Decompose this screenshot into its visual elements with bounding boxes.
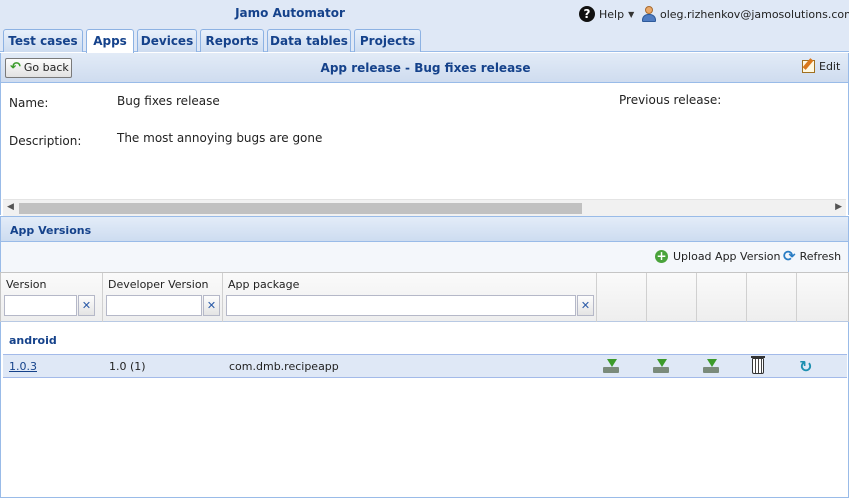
refresh-label: Refresh [799, 250, 842, 263]
developer-version-cell: 1.0 (1) [109, 360, 146, 373]
edit-button[interactable]: Edit [802, 60, 840, 73]
user-icon [642, 6, 656, 22]
chevron-down-icon: ▼ [628, 9, 635, 19]
clear-filter-icon[interactable]: ✕ [78, 295, 95, 316]
panel-title: App release - Bug fixes release [320, 61, 531, 75]
help-icon: ? [579, 6, 595, 22]
scrollbar-thumb[interactable] [19, 203, 582, 214]
delete-icon[interactable] [751, 356, 765, 374]
help-label: Help [599, 7, 625, 21]
app-versions-header: App Versions [0, 216, 849, 242]
panel-header: ↶ Go back App release - Bug fixes releas… [0, 53, 849, 83]
download-icon[interactable] [653, 359, 669, 373]
tab-apps[interactable]: Apps [86, 29, 134, 53]
user-email: oleg.rizhenkov@jamosolutions.com [660, 7, 849, 21]
column-action [747, 273, 797, 322]
refresh-button[interactable]: ⟳ Refresh [783, 247, 842, 265]
section-title: App Versions [10, 224, 92, 237]
column-action [697, 273, 747, 322]
frame-left-border [0, 322, 1, 498]
column-action [797, 273, 849, 322]
tab-projects[interactable]: Projects [354, 29, 421, 52]
name-value: Bug fixes release [117, 94, 220, 108]
user-menu[interactable]: oleg.rizhenkov@jamosolutions.com ▼ [642, 5, 849, 23]
tab-devices[interactable]: Devices [137, 29, 197, 52]
description-value: The most annoying bugs are gone [117, 131, 323, 145]
add-icon: + [655, 249, 668, 263]
versions-grid-header: Version ✕ Developer Version ✕ App packag… [0, 272, 849, 322]
group-header[interactable]: android [9, 334, 57, 347]
top-bar: Jamo Automator ? Help ▼ oleg.rizhenkov@j… [0, 0, 849, 27]
column-app-package[interactable]: App package ✕ [223, 273, 597, 322]
download-icon[interactable] [703, 359, 719, 373]
horizontal-scrollbar[interactable]: ◀ ▶ [3, 199, 846, 216]
name-label: Name: [9, 96, 49, 110]
previous-release-label: Previous release: [619, 93, 722, 107]
help-menu[interactable]: ? Help ▼ [579, 5, 634, 23]
upload-label: Upload App Version [673, 250, 781, 263]
developer-version-filter-input[interactable] [106, 295, 202, 316]
column-developer-version[interactable]: Developer Version ✕ [103, 273, 223, 322]
app-package-filter-input[interactable] [226, 295, 576, 316]
reinstall-icon[interactable]: ↻ [799, 357, 812, 376]
column-version[interactable]: Version ✕ [1, 273, 103, 322]
refresh-icon: ⟳ [783, 247, 796, 265]
tab-data-tables[interactable]: Data tables [267, 29, 351, 52]
app-package-cell: com.dmb.recipeapp [229, 360, 339, 373]
download-icon[interactable] [603, 359, 619, 373]
main-tabs: Test cases Apps Devices Reports Data tab… [0, 27, 849, 53]
scroll-left-icon[interactable]: ◀ [7, 202, 14, 212]
tab-test-cases[interactable]: Test cases [3, 29, 83, 52]
column-header-label: Developer Version [108, 278, 209, 291]
edit-label: Edit [819, 60, 841, 73]
version-filter-input[interactable] [4, 295, 77, 316]
tab-reports[interactable]: Reports [200, 29, 264, 52]
version-cell[interactable]: 1.0.3 [9, 360, 37, 373]
column-action [597, 273, 647, 322]
clear-filter-icon[interactable]: ✕ [203, 295, 220, 316]
versions-toolbar: + Upload App Version ⟳ Refresh [0, 242, 849, 272]
clear-filter-icon[interactable]: ✕ [577, 295, 594, 316]
version-link[interactable]: 1.0.3 [9, 360, 37, 373]
scroll-right-icon[interactable]: ▶ [835, 202, 842, 212]
description-label: Description: [9, 134, 82, 148]
release-details: Name: Bug fixes release Previous release… [0, 83, 849, 215]
upload-app-version-button[interactable]: + Upload App Version [655, 250, 780, 263]
column-header-label: App package [228, 278, 300, 291]
column-header-label: Version [6, 278, 47, 291]
table-row[interactable]: 1.0.3 1.0 (1) com.dmb.recipeapp ↻ [3, 354, 847, 378]
app-title: Jamo Automator [235, 6, 345, 20]
column-action [647, 273, 697, 322]
edit-icon [802, 60, 815, 73]
